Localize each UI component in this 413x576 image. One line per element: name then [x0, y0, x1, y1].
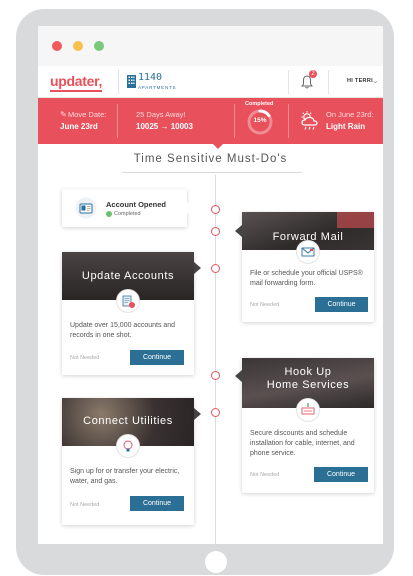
- header-divider: [328, 70, 329, 94]
- update-accounts-continue-button[interactable]: Continue: [130, 350, 184, 365]
- forward-mail-card[interactable]: Forward Mail File or schedule your offic…: [242, 212, 374, 322]
- id-card-icon: [75, 197, 97, 219]
- browser-chrome: [38, 26, 383, 66]
- weather-label: On June 23rd:: [326, 110, 374, 119]
- forward-mail-continue-button[interactable]: Continue: [315, 297, 368, 312]
- update-accounts-title: Update Accounts: [81, 270, 175, 282]
- card-pointer: [235, 225, 242, 237]
- home-services-not-needed[interactable]: Not Needed: [250, 472, 279, 478]
- connect-utilities-card[interactable]: Connect Utilities Sign up for or transfe…: [62, 398, 194, 525]
- logo-underline: [50, 90, 102, 92]
- window-minimize-dot[interactable]: [73, 41, 83, 51]
- status-divider: [117, 104, 118, 138]
- timeline-node: [211, 408, 220, 417]
- move-route: 10025 → 10003: [136, 122, 193, 131]
- connect-utilities-continue-button[interactable]: Continue: [130, 496, 184, 511]
- building-icon: [127, 75, 136, 88]
- title-divider: [122, 172, 302, 173]
- completed-label: Completed: [245, 101, 274, 107]
- timeline-node: [211, 205, 220, 214]
- update-accounts-card[interactable]: Update Accounts Update over 15,000 accou…: [62, 252, 194, 375]
- pencil-icon[interactable]: ✎: [60, 110, 67, 119]
- status-divider: [234, 104, 235, 138]
- building-subtitle: APARTMENTS: [138, 85, 177, 90]
- update-accounts-not-needed[interactable]: Not Needed: [70, 355, 99, 361]
- notification-badge: 2: [309, 70, 317, 78]
- header-divider: [118, 70, 119, 94]
- days-away-label: 25 Days Away!: [136, 110, 186, 119]
- lightbulb-icon: [117, 435, 139, 457]
- forward-mail-not-needed[interactable]: Not Needed: [250, 302, 279, 308]
- chevron-down-icon[interactable]: ⌄: [372, 76, 379, 85]
- account-opened-title: Account Opened: [106, 200, 167, 209]
- home-services-continue-button[interactable]: Continue: [314, 467, 368, 482]
- rain-cloud-icon: [301, 111, 318, 130]
- tablet-screen: updater, 1140 APARTMENTS 2 HI TERRI ⌄ ✎ …: [38, 26, 383, 544]
- header-divider: [288, 70, 289, 94]
- home-services-card[interactable]: Hook Up Home Services Secure discounts a…: [242, 358, 374, 493]
- updater-logo[interactable]: updater,: [50, 73, 102, 89]
- status-bar-pointer: [212, 143, 224, 149]
- home-services-title-line1: Hook Up: [284, 366, 332, 378]
- completed-percent: 15%: [253, 117, 267, 124]
- timeline-node: [211, 227, 220, 236]
- move-date-label: Move Date:: [68, 110, 107, 119]
- forward-mail-description: File or schedule your official USPS® mai…: [250, 270, 363, 287]
- connect-utilities-description: Sign up for or transfer your electric, w…: [70, 468, 180, 485]
- account-opened-status: Completed: [114, 211, 141, 217]
- connect-utilities-not-needed[interactable]: Not Needed: [70, 502, 99, 508]
- building-number: 1140: [138, 72, 163, 83]
- app-header: updater, 1140 APARTMENTS 2 HI TERRI ⌄: [38, 66, 383, 98]
- documents-icon: [117, 290, 139, 312]
- user-greeting[interactable]: HI TERRI: [347, 78, 373, 84]
- move-date-value[interactable]: June 23rd: [60, 122, 98, 131]
- update-accounts-description: Update over 15,000 accounts and records …: [70, 322, 176, 339]
- connect-utilities-title: Connect Utilities: [83, 415, 173, 427]
- timeline-node: [211, 371, 220, 380]
- card-pointer: [194, 408, 201, 420]
- timeline-node: [211, 264, 220, 273]
- move-status-bar: ✎ Move Date: June 23rd 25 Days Away! 100…: [38, 98, 383, 144]
- home-services-description: Secure discounts and schedule installati…: [250, 430, 355, 457]
- status-divider: [288, 104, 289, 138]
- home-services-title-line2: Home Services: [266, 379, 350, 391]
- power-icon: [297, 399, 319, 421]
- window-maximize-dot[interactable]: [94, 41, 104, 51]
- account-opened-card[interactable]: Account Opened Completed: [62, 189, 187, 227]
- card-pointer: [235, 370, 242, 382]
- timeline-title: Time Sensitive Must-Do's: [133, 153, 288, 165]
- check-icon: [106, 211, 112, 217]
- home-button[interactable]: [205, 551, 227, 573]
- card-pointer: [187, 202, 194, 214]
- weather-value: Light Rain: [326, 122, 366, 131]
- mail-icon: [297, 241, 319, 263]
- window-close-dot[interactable]: [52, 41, 62, 51]
- card-pointer: [194, 262, 201, 274]
